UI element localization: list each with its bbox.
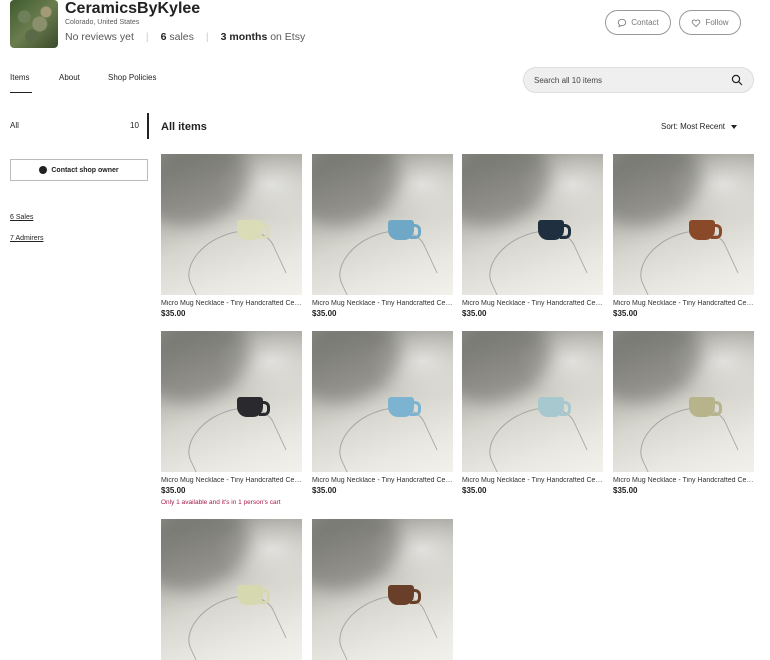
contact-button[interactable]: Contact (605, 10, 671, 35)
tab-items[interactable]: Items (10, 73, 30, 82)
message-icon (618, 18, 627, 27)
listing-image[interactable] (312, 519, 453, 660)
listing-title[interactable]: Micro Mug Necklace - Tiny Handcrafted Ce… (312, 477, 453, 484)
listing-card[interactable]: Micro Mug Necklace - Tiny Handcrafted Ce… (462, 331, 603, 495)
listing-price: $35.00 (312, 486, 337, 495)
listing-price: $35.00 (462, 486, 487, 495)
listing-card[interactable]: Micro Mug Necklace - Tiny Handcrafted Ce… (161, 154, 302, 318)
mug-pendant (237, 220, 270, 240)
mug-pendant (689, 220, 722, 240)
listing-image[interactable] (161, 331, 302, 472)
sales-count: 6 (160, 31, 167, 43)
listing-title[interactable]: Micro Mug Necklace - Tiny Handcrafted Ce… (312, 300, 453, 307)
listing-card[interactable]: Micro Mug Necklace - Tiny Handcrafted Ce… (462, 154, 603, 318)
necklace-chain (478, 394, 588, 472)
listing-card[interactable] (312, 519, 453, 660)
mug-pendant (237, 585, 270, 605)
necklace-chain (177, 217, 287, 295)
sales-word: sales (169, 31, 194, 43)
necklace-chain (328, 217, 438, 295)
divider: | (205, 31, 209, 43)
necklace-chain (478, 217, 588, 295)
listing-price: $35.00 (462, 309, 487, 318)
listing-card[interactable]: Micro Mug Necklace - Tiny Handcrafted Ce… (161, 331, 302, 506)
search-input[interactable]: Search all 10 items (523, 67, 754, 93)
necklace-chain (177, 582, 287, 660)
reviews-text[interactable]: No reviews yet (65, 31, 134, 43)
listing-price: $35.00 (613, 486, 638, 495)
mug-pendant (538, 220, 571, 240)
necklace-chain (328, 394, 438, 472)
listing-image[interactable] (613, 331, 754, 472)
tab-about[interactable]: About (59, 73, 80, 82)
mug-pendant (237, 397, 270, 417)
tab-shop-policies[interactable]: Shop Policies (108, 73, 156, 82)
listing-title[interactable]: Micro Mug Necklace - Tiny Handcrafted Ce… (462, 477, 603, 484)
listing-card[interactable]: Micro Mug Necklace - Tiny Handcrafted Ce… (613, 154, 754, 318)
mug-pendant (388, 585, 421, 605)
search-icon[interactable] (731, 74, 743, 86)
mug-pendant (689, 397, 722, 417)
necklace-chain (328, 582, 438, 660)
contact-owner-label: Contact shop owner (51, 166, 119, 174)
message-icon (39, 166, 48, 174)
mug-pendant (538, 397, 571, 417)
listing-price: $35.00 (312, 309, 337, 318)
listing-title[interactable]: Micro Mug Necklace - Tiny Handcrafted Ce… (161, 300, 302, 307)
listing-title[interactable]: Micro Mug Necklace - Tiny Handcrafted Ce… (161, 477, 302, 484)
listing-image[interactable] (161, 519, 302, 660)
listing-price: $35.00 (161, 486, 186, 495)
sidebar-all-count: 10 (130, 121, 139, 130)
listing-card[interactable] (161, 519, 302, 660)
tenure-suffix: on Etsy (270, 31, 306, 43)
listing-card[interactable]: Micro Mug Necklace - Tiny Handcrafted Ce… (312, 331, 453, 495)
page-title: All items (161, 121, 207, 133)
shop-name[interactable]: CeramicsByKylee (65, 0, 200, 18)
necklace-chain (629, 394, 739, 472)
listing-image[interactable] (312, 331, 453, 472)
sort-dropdown[interactable]: Sort: Most Recent (661, 122, 738, 131)
tenure: 3 months (220, 31, 268, 43)
listing-card[interactable]: Micro Mug Necklace - Tiny Handcrafted Ce… (613, 331, 754, 495)
listing-card[interactable]: Micro Mug Necklace - Tiny Handcrafted Ce… (312, 154, 453, 318)
admirers-link[interactable]: 7 Admirers (10, 235, 43, 242)
listing-title[interactable]: Micro Mug Necklace - Tiny Handcrafted Ce… (613, 477, 754, 484)
divider: | (145, 31, 149, 43)
sales-link[interactable]: 6 Sales (10, 214, 33, 221)
heart-icon (692, 18, 701, 27)
listing-image[interactable] (161, 154, 302, 295)
search-placeholder: Search all 10 items (534, 75, 603, 85)
mug-pendant (388, 397, 421, 417)
listing-availability-note: Only 1 available and it's in 1 person's … (161, 499, 281, 506)
mug-pendant (388, 220, 421, 240)
listing-image[interactable] (462, 331, 603, 472)
sidebar-item-all[interactable]: All (10, 121, 19, 130)
necklace-chain (629, 217, 739, 295)
caret-down-icon (731, 124, 738, 129)
listing-image[interactable] (312, 154, 453, 295)
contact-label: Contact (631, 18, 659, 27)
shop-avatar[interactable] (10, 0, 58, 48)
shop-stats: No reviews yet | 6 sales | 3 months on E… (65, 31, 305, 43)
sidebar-active-indicator (147, 113, 149, 139)
active-tab-indicator (10, 92, 32, 93)
listing-title[interactable]: Micro Mug Necklace - Tiny Handcrafted Ce… (613, 300, 754, 307)
shop-location: Colorado, United States (65, 19, 140, 26)
listing-image[interactable] (462, 154, 603, 295)
listing-title[interactable]: Micro Mug Necklace - Tiny Handcrafted Ce… (462, 300, 603, 307)
contact-shop-owner-button[interactable]: Contact shop owner (10, 159, 148, 181)
sort-label: Sort: Most Recent (661, 122, 726, 131)
listing-image[interactable] (613, 154, 754, 295)
follow-label: Follow (705, 18, 729, 27)
necklace-chain (177, 394, 287, 472)
listing-price: $35.00 (161, 309, 186, 318)
follow-button[interactable]: Follow (679, 10, 741, 35)
listing-price: $35.00 (613, 309, 638, 318)
